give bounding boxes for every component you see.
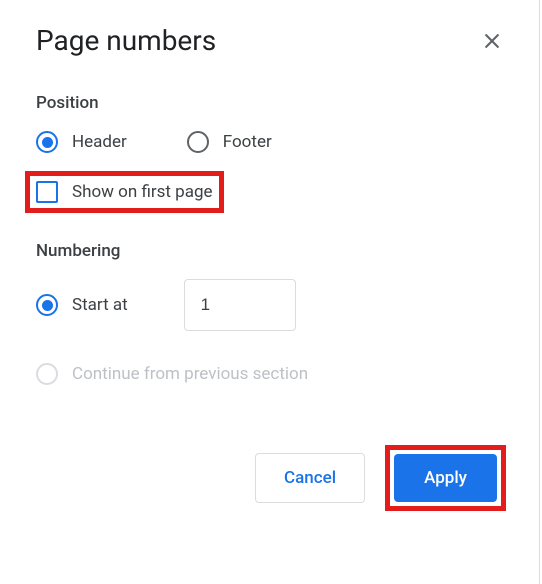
checkbox-show-first-page[interactable]: Show on first page	[36, 181, 213, 203]
checkbox-unchecked-icon	[36, 181, 58, 203]
cancel-button[interactable]: Cancel	[255, 453, 365, 503]
radio-continue-previous: Continue from previous section	[36, 363, 506, 385]
radio-start-at[interactable]: Start at	[36, 294, 128, 316]
checkbox-show-first-page-label: Show on first page	[72, 182, 213, 202]
numbering-section-label: Numbering	[36, 241, 506, 261]
highlight-show-first-page: Show on first page	[25, 171, 224, 213]
apply-button[interactable]: Apply	[394, 454, 497, 502]
dialog-title: Page numbers	[36, 24, 216, 57]
radio-continue-previous-label: Continue from previous section	[72, 364, 308, 384]
close-button[interactable]	[478, 27, 506, 55]
radio-start-at-label: Start at	[72, 295, 128, 315]
radio-selected-icon	[36, 131, 58, 153]
radio-header[interactable]: Header	[36, 131, 127, 153]
highlight-apply: Apply	[385, 445, 506, 511]
radio-disabled-icon	[36, 363, 58, 385]
radio-selected-icon	[36, 294, 58, 316]
position-section-label: Position	[36, 93, 506, 113]
radio-header-label: Header	[72, 132, 127, 152]
radio-footer-label: Footer	[223, 132, 272, 152]
radio-unselected-icon	[187, 131, 209, 153]
close-icon	[482, 31, 502, 51]
radio-footer[interactable]: Footer	[187, 131, 272, 153]
start-at-input[interactable]	[184, 279, 296, 331]
